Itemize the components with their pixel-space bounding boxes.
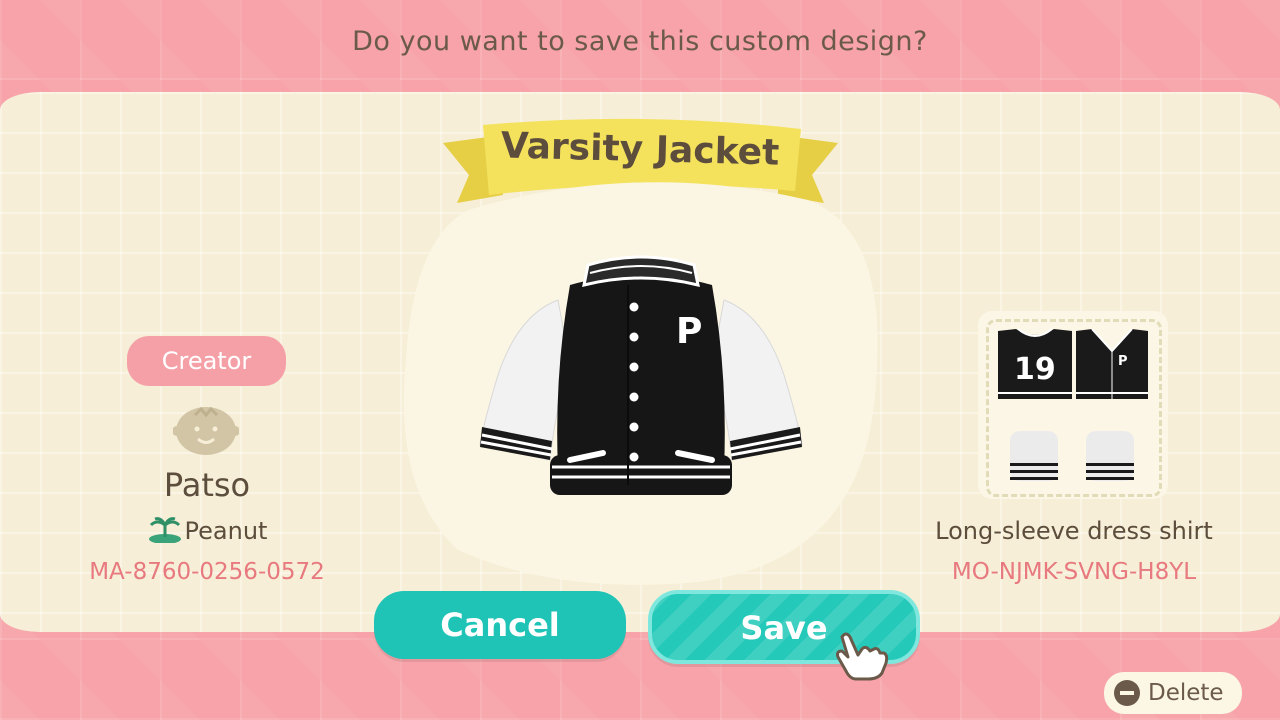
island-name-row: Peanut: [80, 517, 334, 545]
varsity-jacket-preview: P: [479, 255, 803, 495]
delete-button[interactable]: Delete: [1104, 672, 1242, 714]
creator-name: Patso: [163, 466, 251, 504]
cancel-button[interactable]: Cancel: [374, 591, 626, 659]
pattern-grid: 19 P: [998, 328, 1148, 481]
creator-label: Creator: [127, 336, 286, 386]
pattern-number: 19: [1014, 352, 1056, 387]
design-id: MO-NJMK-SVNG-H8YL: [951, 559, 1197, 585]
creator-id: MA-8760-0256-0572: [89, 559, 325, 585]
delete-label: Delete: [1148, 680, 1224, 706]
island-palm-icon: [148, 517, 181, 544]
pointer-hand-icon: [836, 632, 889, 681]
island-name: Peanut: [184, 517, 268, 545]
garment-type: Long-sleeve dress shirt: [935, 517, 1213, 545]
minus-button-icon: [1114, 680, 1140, 706]
pattern-card: 19 P: [978, 311, 1168, 499]
jacket-letter: P: [676, 311, 702, 352]
pattern-letter: P: [1118, 354, 1128, 369]
avatar-icon: [173, 406, 239, 455]
dialog-question: Do you want to save this custom design?: [352, 26, 928, 57]
